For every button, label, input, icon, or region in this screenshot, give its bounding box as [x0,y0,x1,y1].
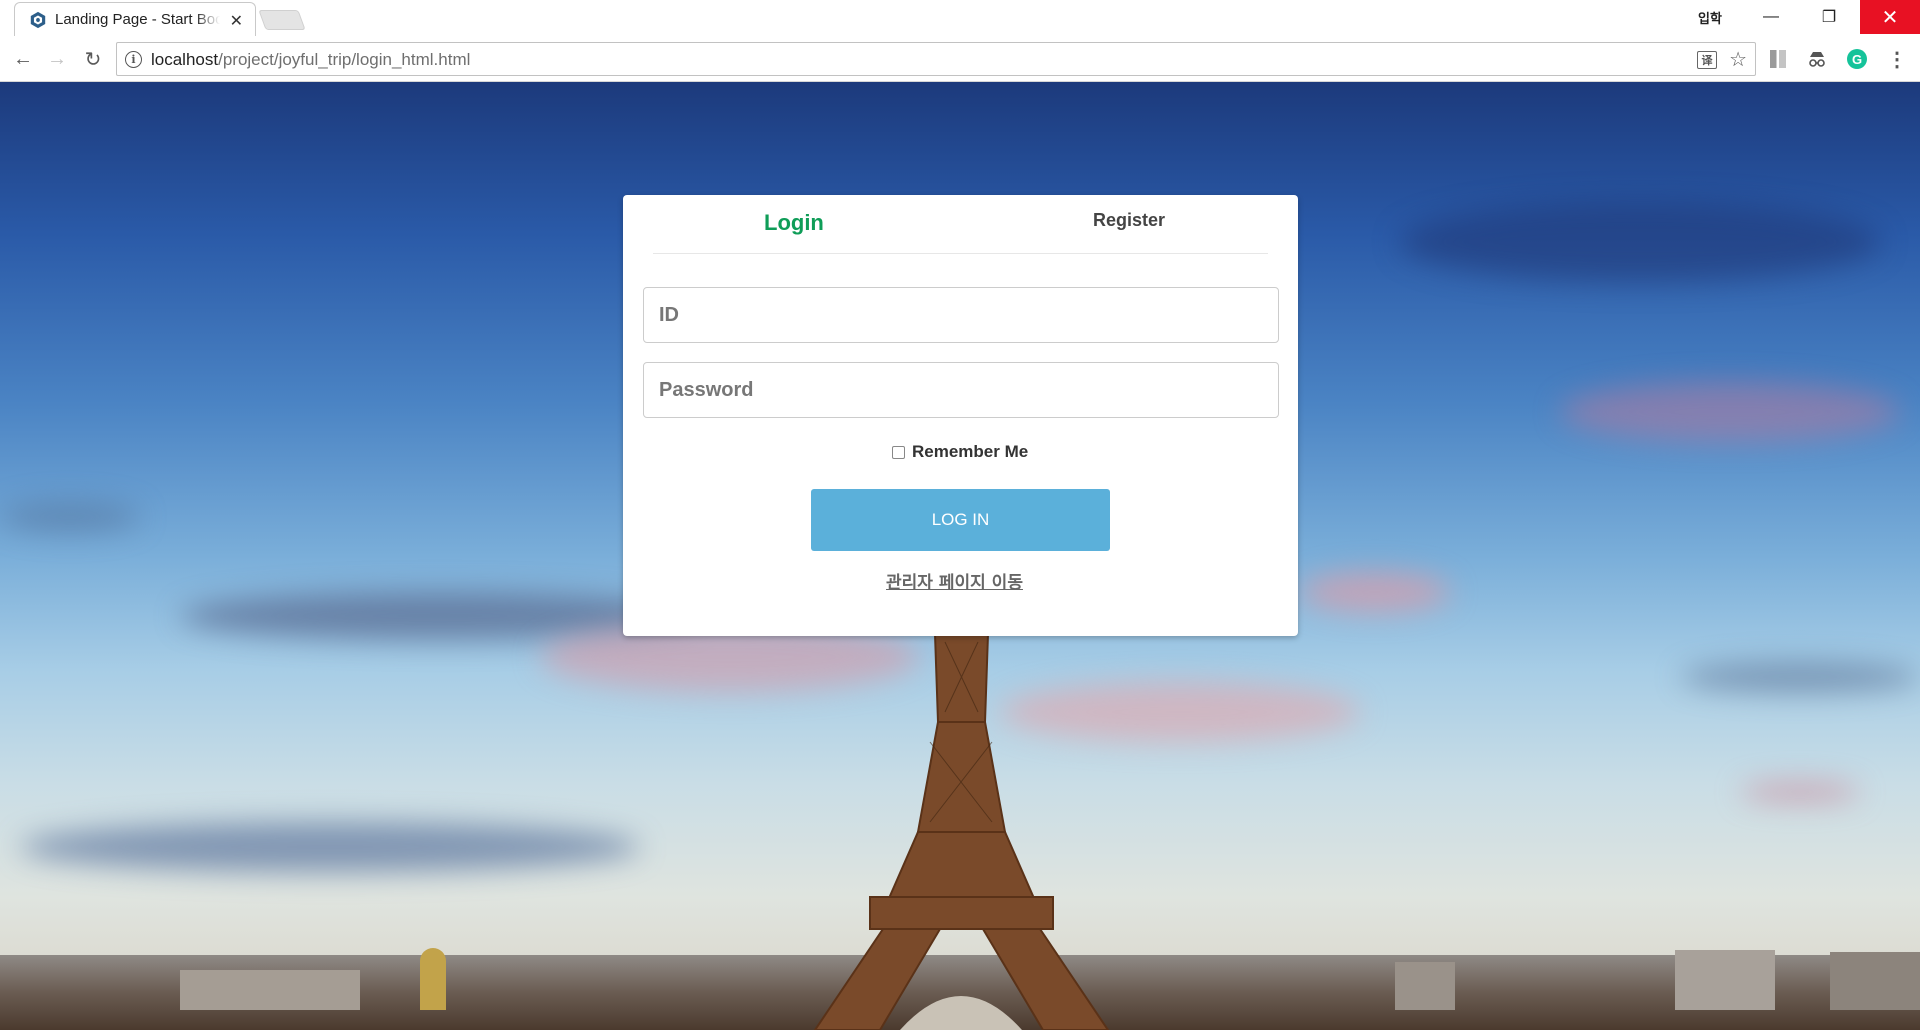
login-card: Login Register Remember Me LOG IN 관리자 페이… [623,195,1298,636]
address-bar[interactable]: i localhost/project/joyful_trip/login_ht… [116,42,1756,76]
url-host: localhost [151,50,219,69]
url-path: /project/joyful_trip/login_html.html [218,50,471,69]
remember-label[interactable]: Remember Me [912,442,1028,462]
browser-menu-icon[interactable]: ⋮ [1886,48,1908,71]
window-close-icon[interactable]: ✕ [1860,0,1920,34]
info-icon[interactable]: i [125,51,142,68]
glasses-icon [1809,52,1825,67]
new-tab-button[interactable] [258,10,306,30]
id-input[interactable] [643,287,1279,343]
tab-divider [653,253,1268,254]
forward-arrow-icon[interactable]: → [44,46,70,72]
tab-register[interactable]: Register [1093,210,1165,231]
minimize-icon[interactable]: — [1748,0,1794,34]
remember-me[interactable]: Remember Me [892,442,1028,462]
page-background: Login Register Remember Me LOG IN 관리자 페이… [0,82,1920,1030]
remember-checkbox[interactable] [892,445,905,459]
bookmark-star-icon[interactable]: ☆ [1729,47,1747,72]
password-input[interactable] [643,362,1279,418]
translate-icon[interactable]: 译 [1697,51,1717,69]
extension-bar-icon[interactable] [1767,48,1789,70]
incognito-extension-icon[interactable] [1806,48,1828,70]
browser-toolbar: ← → ↻ i localhost/project/joyful_trip/lo… [0,36,1920,82]
restore-icon[interactable]: ❐ [1806,0,1852,34]
browser-tab[interactable]: Landing Page - Start Bootstrap ✕ [14,2,256,36]
tab-title: Landing Page - Start Bootstrap [55,11,220,28]
profile-badge[interactable]: 입학 [1690,0,1730,34]
reload-icon[interactable]: ↻ [80,46,106,72]
grammarly-extension-icon[interactable]: G [1846,48,1868,70]
login-button[interactable]: LOG IN [811,489,1110,551]
tab-login[interactable]: Login [764,210,824,236]
admin-page-link[interactable]: 관리자 페이지 이동 [886,568,1023,593]
url-text[interactable]: localhost/project/joyful_trip/login_html… [151,50,470,70]
back-arrow-icon[interactable]: ← [10,46,36,72]
tab-close-icon[interactable]: ✕ [230,11,243,31]
bootstrap-favicon-icon [30,11,46,28]
browser-titlebar: Landing Page - Start Bootstrap ✕ 입학 — ❐ … [0,0,1920,36]
grammarly-icon: G [1847,49,1867,69]
